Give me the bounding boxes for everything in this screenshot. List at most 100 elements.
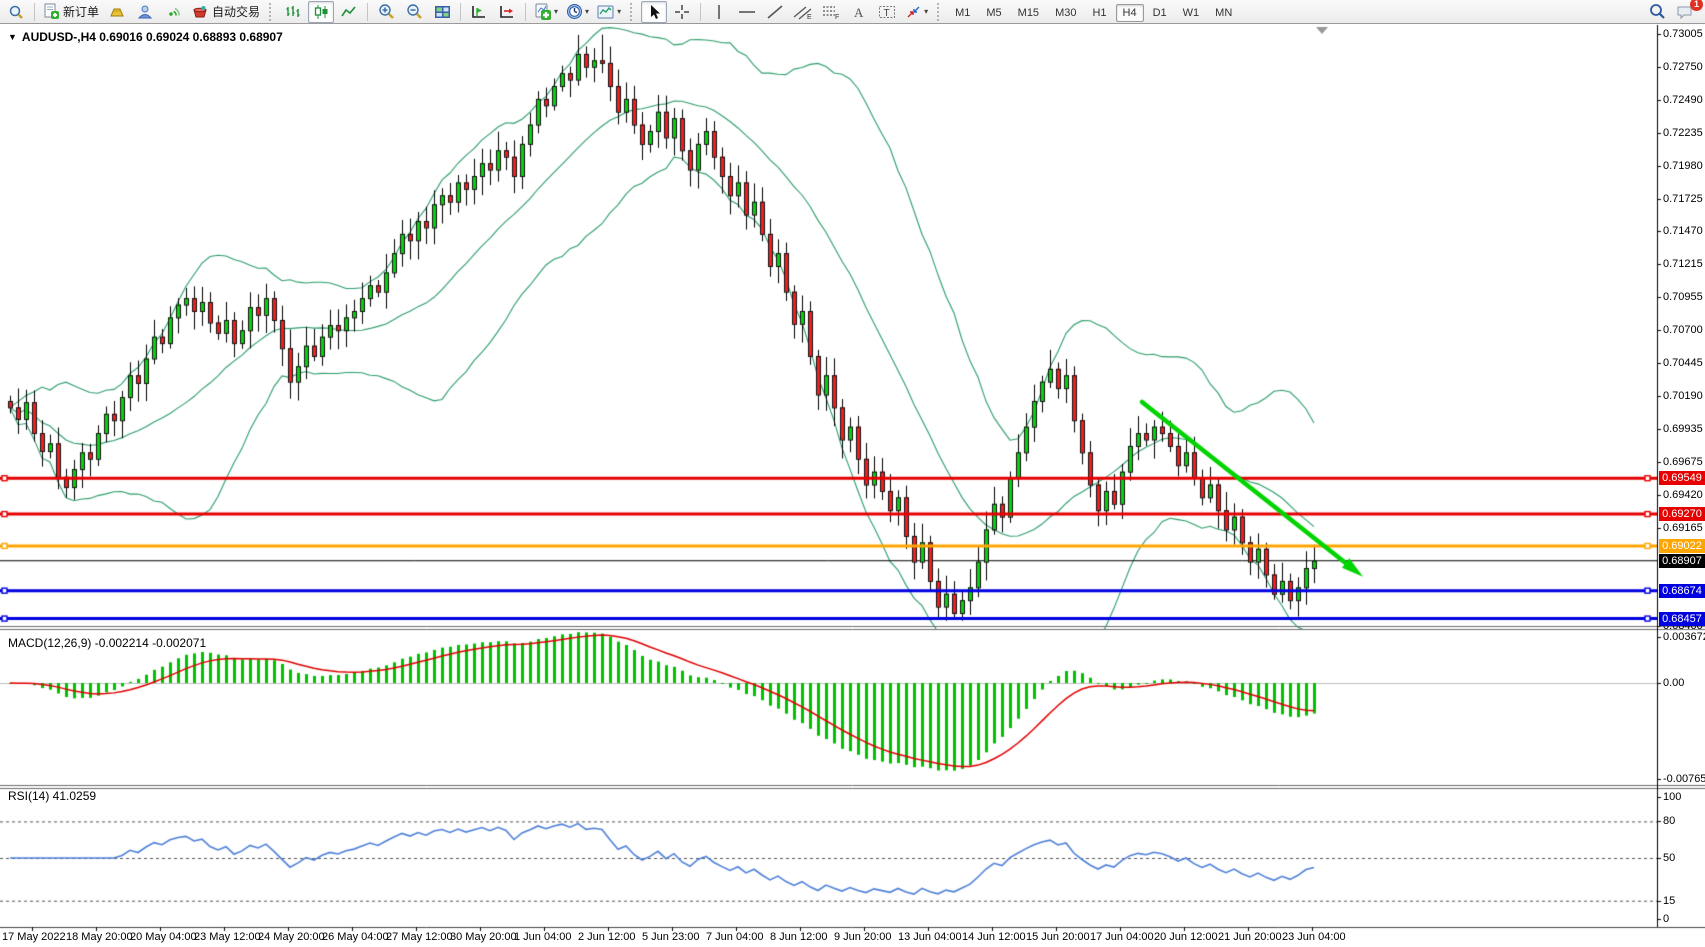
fibonacci-icon: F (821, 4, 841, 20)
rsi-indicator-label: RSI(14) 41.0259 (8, 789, 96, 803)
chart-shift-icon (498, 4, 516, 20)
timeframe-m1[interactable]: M1 (948, 4, 977, 22)
zoom-in-button[interactable] (373, 1, 399, 23)
zoom-out-button[interactable] (401, 1, 427, 23)
divider (367, 3, 368, 21)
divider (525, 3, 526, 21)
date-label: 9 Jun 20:00 (834, 931, 892, 943)
price-tick: 0.73005 (1663, 28, 1703, 40)
price-badge: 0.69270 (1659, 507, 1705, 521)
chart-search-icon[interactable] (3, 1, 29, 23)
notification-badge: 1 (1690, 0, 1703, 11)
timeframe-mn[interactable]: MN (1208, 4, 1239, 22)
templates-button[interactable]: ▾ (594, 1, 624, 23)
price-tick: 0.72235 (1663, 127, 1703, 139)
vertical-line-button[interactable] (706, 1, 732, 23)
bar-chart-icon (285, 4, 301, 20)
new-order-button[interactable]: 新订单 (40, 1, 102, 23)
autotrading-label: 自动交易 (212, 3, 260, 20)
candlestick-button[interactable] (308, 1, 334, 23)
bar-chart-button[interactable] (280, 1, 306, 23)
horizontal-line-button[interactable] (734, 1, 760, 23)
price-tick: 0.72750 (1663, 61, 1703, 73)
arrows-button[interactable]: ▾ (902, 1, 931, 23)
trendline-button[interactable] (762, 1, 788, 23)
fibonacci-button[interactable]: F (818, 1, 844, 23)
divider (700, 3, 701, 21)
timeframe-w1[interactable]: W1 (1176, 4, 1207, 22)
toolbar-grip (269, 3, 274, 21)
price-tick: 0.69675 (1663, 456, 1703, 468)
timeframe-h1[interactable]: H1 (1085, 4, 1113, 22)
tile-windows-button[interactable] (429, 1, 455, 23)
timeframe-h4[interactable]: H4 (1116, 4, 1144, 22)
text-button[interactable]: A (846, 1, 872, 23)
date-label: 18 May 20:00 (66, 931, 133, 943)
signals-icon (165, 4, 182, 20)
toolbar-grip (937, 3, 942, 21)
chevron-down-icon[interactable]: ▼ (8, 32, 17, 42)
divider (34, 3, 35, 21)
divider (460, 3, 461, 21)
cursor-button[interactable] (641, 1, 667, 23)
date-label: 13 Jun 04:00 (898, 931, 962, 943)
chart-canvas[interactable] (0, 24, 1705, 947)
periods-icon (566, 3, 583, 20)
date-label: 7 Jun 04:00 (706, 931, 764, 943)
price-badge: 0.69022 (1659, 539, 1705, 553)
gold-button[interactable] (104, 1, 130, 23)
profile-button[interactable] (132, 1, 158, 23)
price-tick: 0.69420 (1663, 489, 1703, 501)
svg-text:A: A (854, 5, 864, 20)
toolbar-grip (630, 3, 635, 21)
search-button[interactable] (1644, 1, 1670, 23)
line-chart-button[interactable] (336, 1, 362, 23)
new-order-label: 新订单 (63, 3, 99, 20)
price-tick: 0.71215 (1663, 258, 1703, 270)
toolbar-right: 1 (1643, 1, 1699, 23)
macd-axis-tick: 0.003672 (1663, 631, 1705, 643)
macd-axis-tick: 0.00 (1663, 677, 1684, 689)
price-tick: 0.70445 (1663, 357, 1703, 369)
indicators-button[interactable]: ▾ (531, 1, 561, 23)
price-tick: 0.69165 (1663, 522, 1703, 534)
chevron-down-icon: ▾ (554, 7, 558, 16)
svg-text:T: T (884, 8, 890, 19)
autoscroll-icon (470, 4, 488, 20)
tile-windows-icon (434, 4, 451, 20)
rsi-axis-tick: 0 (1663, 913, 1669, 925)
price-tick: 0.71725 (1663, 193, 1703, 205)
signals-button[interactable] (160, 1, 186, 23)
channel-button[interactable]: E (790, 1, 816, 23)
text-icon: A (852, 4, 866, 20)
notification-button[interactable]: 1 (1672, 1, 1698, 23)
mt4-window: { "toolbar": { "new_order_label": "新订单",… (0, 0, 1705, 947)
chart-shift-button[interactable] (494, 1, 520, 23)
date-label: 2 Jun 12:00 (578, 931, 636, 943)
vertical-line-icon (713, 4, 725, 20)
horizontal-line-icon (738, 4, 756, 20)
timeframe-m15[interactable]: M15 (1011, 4, 1046, 22)
arrows-icon (905, 4, 922, 20)
timeframe-m30[interactable]: M30 (1048, 4, 1083, 22)
timeframe-d1[interactable]: D1 (1146, 4, 1174, 22)
line-chart-icon (341, 4, 357, 20)
text-label-button[interactable]: T (874, 1, 900, 23)
periods-button[interactable]: ▾ (563, 1, 592, 23)
trendline-icon (766, 4, 784, 20)
timeframe-m5[interactable]: M5 (979, 4, 1008, 22)
cursor-icon (647, 4, 661, 20)
autotrading-button[interactable]: 自动交易 (188, 1, 263, 23)
chevron-down-icon: ▾ (617, 7, 621, 16)
search-icon (1649, 3, 1666, 20)
price-tick: 0.71980 (1663, 160, 1703, 172)
price-tick: 0.70700 (1663, 324, 1703, 336)
rsi-axis-tick: 80 (1663, 815, 1675, 827)
crosshair-button[interactable] (669, 1, 695, 23)
text-label-icon: T (878, 4, 896, 20)
macd-axis-tick: -0.007656 (1663, 773, 1705, 785)
price-tick: 0.72490 (1663, 94, 1703, 106)
date-label: 17 May 2022 (2, 931, 66, 943)
date-label: 14 Jun 12:00 (962, 931, 1026, 943)
autoscroll-button[interactable] (466, 1, 492, 23)
